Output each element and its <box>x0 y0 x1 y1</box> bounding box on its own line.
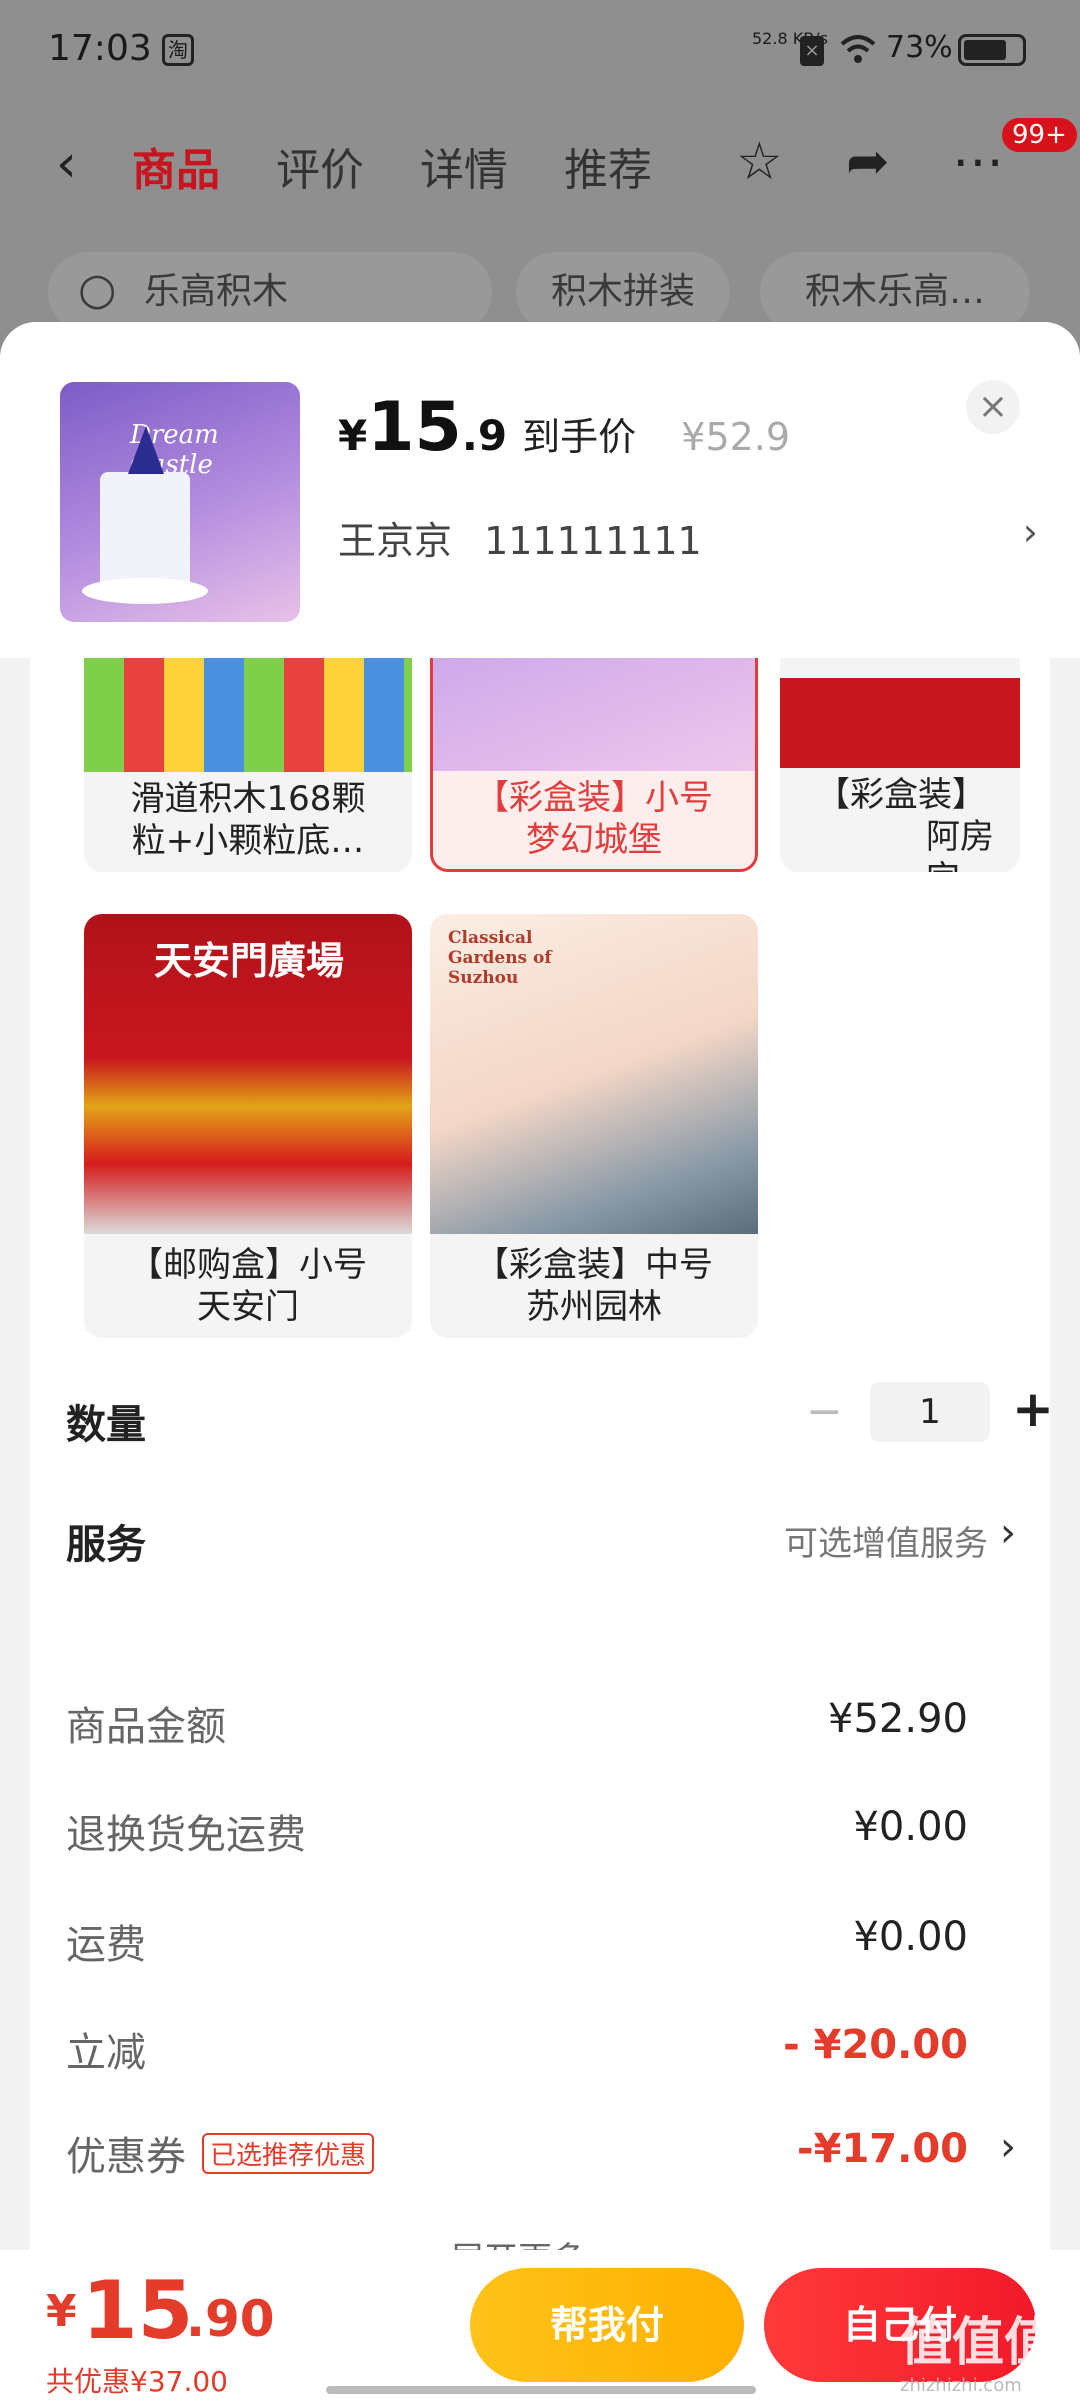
total-currency: ¥ <box>46 2286 77 2337</box>
address-name: 王京京 <box>338 519 453 563</box>
close-icon[interactable]: × <box>966 380 1020 434</box>
product-nav: ‹ 商品 评价 详情 推荐 ☆ ➦ ⋯ 99+ <box>0 110 1080 210</box>
battery-percent: 73% <box>886 30 953 65</box>
sheet-body: 滑道积木168颗粒+小颗粒底… 【彩盒装】小号梦幻城堡 【彩盒装】阿房宫 天安門… <box>30 658 1050 1686</box>
increment-button[interactable]: + <box>1012 1380 1050 1438</box>
sim-icon: × <box>800 36 824 66</box>
share-icon[interactable]: ➦ <box>846 132 890 192</box>
taobao-app-icon: 淘 <box>162 34 194 66</box>
castle-graphic <box>100 426 190 582</box>
price-currency: ¥ <box>338 411 368 460</box>
coupon-row[interactable]: 优惠券 已选推荐优惠 -¥17.00 › <box>66 2124 1016 2194</box>
price-integer: 15 <box>367 388 462 467</box>
coupon-badge: 已选推荐优惠 <box>202 2133 375 2174</box>
more-icon[interactable]: ⋯ <box>952 132 1004 192</box>
sku-selection-sheet: Dream Castle ¥15.9 到手价 ¥52.9 × 王京京 11111… <box>0 322 1080 2400</box>
search-icon: ○ <box>78 264 117 315</box>
product-thumbnail[interactable]: Dream Castle <box>60 382 300 622</box>
variant-card[interactable]: Classical Gardens of Suzhou 【彩盒装】中号 苏州园林 <box>430 914 758 1338</box>
variant-card[interactable]: 【彩盒装】阿房宫 <box>780 658 1020 872</box>
search-row: ○ 乐高积木 积木拼装 积木乐高… <box>0 252 1080 332</box>
tab-recommend[interactable]: 推荐 <box>564 134 652 198</box>
status-bar: 17:03 淘 52.8 KB/s × 73% <box>0 0 1080 100</box>
variant-image <box>780 658 1020 768</box>
back-arrow-icon[interactable]: ‹ <box>56 134 77 194</box>
chevron-right-icon: › <box>1000 2124 1016 2170</box>
message-badge: 99+ <box>1002 118 1077 152</box>
total-savings: 共优惠¥37.00 <box>46 2365 228 2398</box>
total-decimal: .90 <box>186 2290 275 2348</box>
sheet-header: Dream Castle ¥15.9 到手价 ¥52.9 × 王京京 11111… <box>0 322 1080 658</box>
total-integer: 15 <box>82 2264 194 2357</box>
search-query: 乐高积木 <box>144 271 289 312</box>
variant-label: 【邮购盒】小号 天安门 <box>129 1245 367 1327</box>
quantity-stepper[interactable]: 1 <box>870 1382 990 1442</box>
tab-product[interactable]: 商品 <box>132 134 220 198</box>
battery-icon <box>958 34 1026 66</box>
summary-row: 运费 ¥0.00 <box>66 1914 968 1968</box>
price-row: ¥15.9 到手价 ¥52.9 <box>338 388 790 468</box>
quantity-label: 数量 <box>66 1402 146 1448</box>
watermark: 值值值 zhizhizhi.com <box>900 2313 1057 2396</box>
variant-label: 【彩盒装】中号 苏州园林 <box>475 1245 713 1327</box>
final-price-label: 到手价 <box>522 415 637 459</box>
search-input[interactable]: ○ 乐高积木 <box>48 252 492 332</box>
tab-details[interactable]: 详情 <box>420 134 508 198</box>
home-indicator <box>326 2386 756 2394</box>
original-price: ¥52.9 <box>681 415 791 459</box>
variant-image: Classical Gardens of Suzhou <box>430 914 758 1234</box>
variant-card-selected[interactable]: 【彩盒装】小号 梦幻城堡 <box>430 658 758 872</box>
variant-label: 滑道积木168颗 粒+小颗粒底… <box>130 779 366 861</box>
search-chip[interactable]: 积木乐高… <box>760 252 1030 332</box>
variant-card[interactable]: 滑道积木168颗 粒+小颗粒底… <box>84 658 412 872</box>
variant-image-title: 天安門廣場 <box>154 938 345 983</box>
chevron-right-icon: › <box>1000 1510 1016 1556</box>
service-row[interactable]: 服务 可选增值服务 › <box>66 1500 1046 1580</box>
variant-card[interactable]: 天安門廣場 【邮购盒】小号 天安门 <box>84 914 412 1338</box>
star-icon[interactable]: ☆ <box>736 132 783 192</box>
help-pay-button[interactable]: 帮我付 <box>470 2268 744 2382</box>
price-decimal: .9 <box>461 411 508 460</box>
service-label: 服务 <box>66 1522 146 1568</box>
address-phone: 111111111 <box>484 519 702 563</box>
decrement-button[interactable]: − <box>806 1386 843 1437</box>
variant-image <box>433 658 755 771</box>
summary-row: 退换货免运费 ¥0.00 <box>66 1804 968 1858</box>
tab-reviews[interactable]: 评价 <box>276 134 364 198</box>
service-hint: 可选增值服务 <box>784 1524 988 1564</box>
quantity-row: 数量 − 1 + <box>66 1378 1050 1458</box>
address-row[interactable]: 王京京 111111111 › <box>338 510 1038 565</box>
wifi-icon <box>840 35 876 63</box>
variant-image: 天安門廣場 <box>84 914 412 1234</box>
castle-base-graphic <box>82 578 208 604</box>
variant-image-title: Classical Gardens of Suzhou <box>448 928 552 988</box>
variant-label: 【彩盒装】阿房宫 <box>816 775 994 872</box>
status-time: 17:03 <box>48 28 152 69</box>
variant-label: 【彩盒装】小号 梦幻城堡 <box>475 778 713 860</box>
variant-image <box>84 658 412 772</box>
chevron-right-icon: › <box>1022 510 1038 554</box>
summary-row: 商品金额 ¥52.90 <box>66 1696 968 1750</box>
search-chip[interactable]: 积木拼装 <box>516 252 730 332</box>
summary-row: 立减 - ¥20.00 <box>66 2022 968 2076</box>
